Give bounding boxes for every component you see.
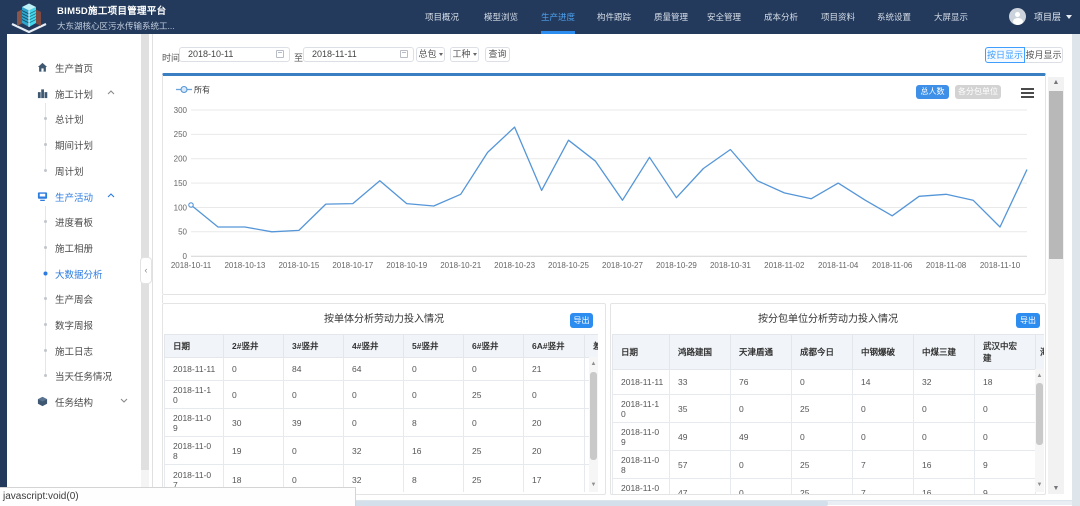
svg-text:300: 300 xyxy=(174,106,188,115)
svg-text:2018-10-29: 2018-10-29 xyxy=(656,261,697,270)
svg-text:所有: 所有 xyxy=(194,85,210,95)
svg-text:2018-10-13: 2018-10-13 xyxy=(224,261,265,270)
svg-text:50: 50 xyxy=(178,228,187,237)
svg-text:2018-10-19: 2018-10-19 xyxy=(386,261,427,270)
svg-text:2018-10-27: 2018-10-27 xyxy=(602,261,643,270)
svg-text:2018-11-06: 2018-11-06 xyxy=(872,261,913,270)
svg-text:100: 100 xyxy=(174,203,188,212)
svg-text:2018-11-04: 2018-11-04 xyxy=(818,261,859,270)
svg-text:2018-10-21: 2018-10-21 xyxy=(440,261,481,270)
svg-text:150: 150 xyxy=(174,179,188,188)
svg-text:2018-10-25: 2018-10-25 xyxy=(548,261,589,270)
svg-text:200: 200 xyxy=(174,155,188,164)
svg-text:2018-11-10: 2018-11-10 xyxy=(980,261,1021,270)
svg-text:250: 250 xyxy=(174,130,188,139)
svg-text:2018-10-17: 2018-10-17 xyxy=(332,261,373,270)
svg-text:2018-10-11: 2018-10-11 xyxy=(171,261,212,270)
svg-text:2018-10-23: 2018-10-23 xyxy=(494,261,535,270)
svg-text:0: 0 xyxy=(183,252,188,261)
svg-text:2018-11-02: 2018-11-02 xyxy=(764,261,805,270)
svg-text:2018-11-08: 2018-11-08 xyxy=(926,261,967,270)
svg-text:2018-10-31: 2018-10-31 xyxy=(710,261,751,270)
svg-text:2018-10-15: 2018-10-15 xyxy=(278,261,319,270)
